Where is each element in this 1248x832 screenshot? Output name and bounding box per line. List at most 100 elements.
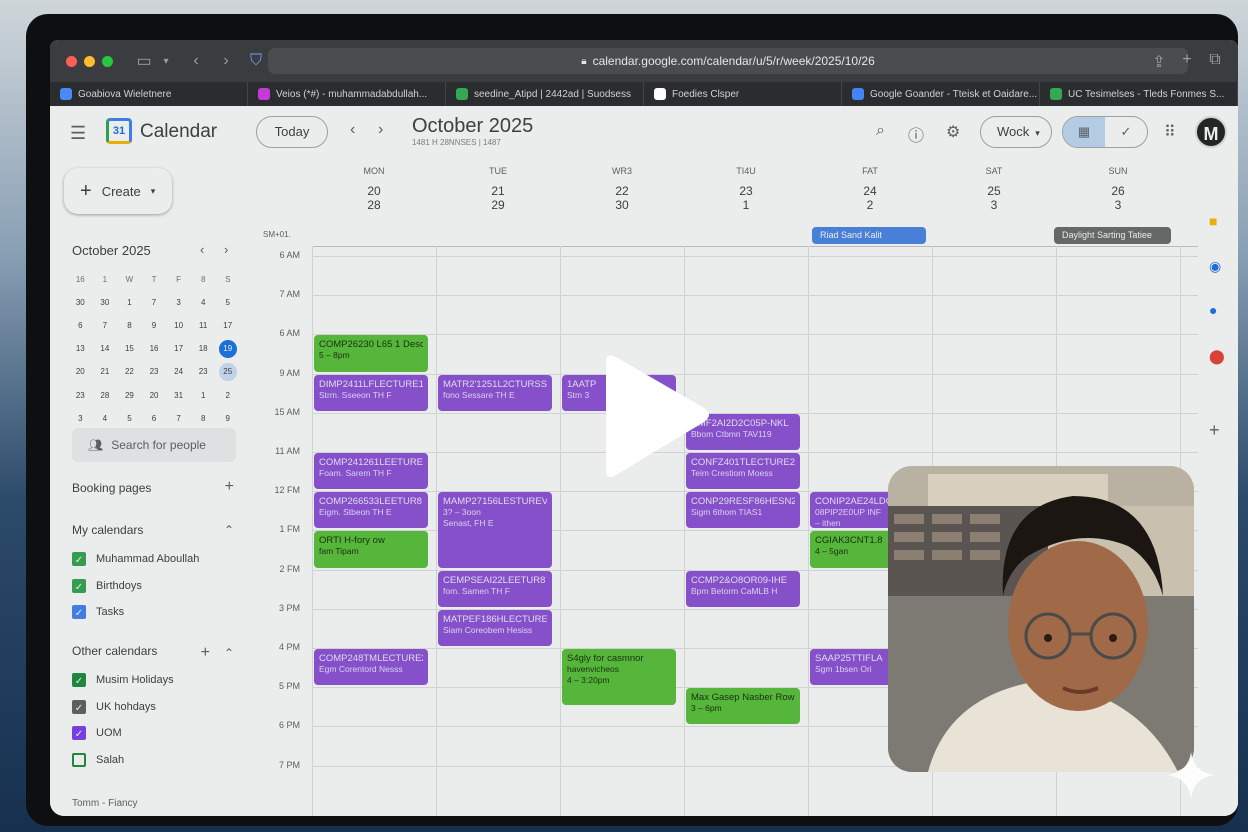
- help-icon[interactable]: ⓘ: [908, 122, 924, 146]
- add-addon-icon[interactable]: +: [1209, 420, 1220, 441]
- apps-grid-icon[interactable]: ⠿: [1164, 122, 1176, 142]
- settings-gear-icon[interactable]: ⚙: [946, 122, 960, 142]
- mini-day[interactable]: 7: [93, 321, 118, 330]
- mini-day[interactable]: 14: [93, 344, 118, 353]
- calendar-event[interactable]: CEMPSEAI22LEETUR8 fom. Samen TH F: [438, 570, 552, 607]
- play-icon[interactable]: [596, 350, 716, 484]
- mini-day[interactable]: 23: [68, 391, 93, 400]
- mini-day[interactable]: 8: [191, 414, 216, 423]
- browser-tab[interactable]: seedine_Atipd | 2442ad | Suodsess: [446, 82, 644, 106]
- calendar-event[interactable]: S4gly for casmnor havenvicheos 4 – 3:20pm: [562, 649, 676, 705]
- mini-day[interactable]: 6: [142, 414, 167, 423]
- calendar-event[interactable]: ORTI H-fory ow fam Tipam: [314, 531, 428, 568]
- calendar-list-item[interactable]: ✓ Birthdoys: [72, 578, 142, 593]
- contacts-icon[interactable]: ●: [1209, 302, 1217, 318]
- minimize-window-button[interactable]: [84, 55, 95, 67]
- address-bar[interactable]: 🔒︎ calendar.google.com/calendar/u/5/r/we…: [268, 48, 1188, 74]
- calendar-event[interactable]: MATR2'1251L2CTURSS fono Sessare TH E: [438, 374, 552, 411]
- mini-day[interactable]: 23: [142, 367, 167, 376]
- checkbox-icon[interactable]: ✓: [72, 605, 86, 619]
- main-menu-icon[interactable]: ☰: [70, 123, 86, 144]
- share-icon[interactable]: ⇪: [1150, 52, 1168, 72]
- mini-day[interactable]: 6: [68, 321, 93, 330]
- create-button[interactable]: + Create ▾: [64, 168, 172, 214]
- checkbox-icon[interactable]: ✓: [72, 699, 86, 714]
- mini-day[interactable]: 17: [166, 344, 191, 353]
- previous-week-icon[interactable]: ‹: [350, 121, 355, 139]
- day-header[interactable]: SAT 25 3: [932, 166, 1056, 212]
- keep-icon[interactable]: ■: [1209, 213, 1217, 229]
- mini-day[interactable]: 20: [68, 367, 93, 376]
- calendar-event[interactable]: MAMP27156LESTUREV 3? – 3oon Senast, FH E: [438, 492, 552, 568]
- close-window-button[interactable]: [66, 55, 77, 67]
- my-calendars-header[interactable]: My calendars ⌃: [72, 523, 234, 537]
- mini-day[interactable]: 2: [215, 391, 240, 400]
- mini-day[interactable]: 1: [117, 298, 142, 307]
- day-header[interactable]: MON 20 28: [312, 166, 436, 212]
- account-avatar[interactable]: M: [1195, 116, 1227, 148]
- mini-prev-month-icon[interactable]: ‹: [200, 242, 204, 257]
- mini-day[interactable]: 25: [215, 362, 240, 381]
- mini-day[interactable]: 20: [142, 391, 167, 400]
- shield-icon[interactable]: ⛉: [247, 52, 265, 70]
- calendar-event[interactable]: COMP241261LEETURE3 Foam. Sarem TH F: [314, 453, 428, 490]
- mini-day[interactable]: 1: [191, 391, 216, 400]
- mini-day[interactable]: 16: [142, 344, 167, 353]
- mini-day[interactable]: 15: [117, 344, 142, 353]
- checkbox-icon[interactable]: ✓: [72, 578, 86, 593]
- mini-day[interactable]: 17: [215, 321, 240, 330]
- checkbox-icon[interactable]: ✓: [72, 726, 86, 740]
- mini-day[interactable]: 3: [68, 414, 93, 423]
- mini-day[interactable]: 30: [68, 298, 93, 307]
- mini-day[interactable]: 4: [93, 414, 118, 423]
- checkbox-icon[interactable]: [72, 752, 86, 767]
- chevron-up-icon[interactable]: ⌃: [224, 646, 234, 660]
- mini-day[interactable]: 9: [142, 321, 167, 330]
- calendar-event[interactable]: CCMP2&O8OR09-IHE Bpm Betorm CaMLB H: [686, 570, 800, 607]
- all-day-event[interactable]: Daylight Sarting Tatiee: [1054, 227, 1171, 244]
- new-tab-icon[interactable]: +: [1178, 51, 1196, 69]
- tasks-icon[interactable]: ◉: [1209, 258, 1221, 275]
- mini-day[interactable]: 10: [166, 321, 191, 330]
- calendar-event[interactable]: DIMP2411LFLECTURE1 Strm. Sseeon TH F: [314, 374, 428, 411]
- other-calendars-header[interactable]: Other calendars + ⌃: [72, 644, 234, 662]
- mini-day[interactable]: 7: [142, 298, 167, 307]
- calendar-event[interactable]: COMP248TMLECTURE2 Egm Corentord Nesss: [314, 649, 428, 686]
- calendar-view-icon[interactable]: ▦: [1063, 117, 1105, 147]
- sidebar-toggle-icon[interactable]: ▭: [135, 51, 153, 71]
- calendar-list-item[interactable]: ✓ UOM: [72, 726, 122, 740]
- mini-day[interactable]: 8: [117, 321, 142, 330]
- day-header[interactable]: WR3 22 30: [560, 166, 684, 212]
- day-header[interactable]: TI4U 23 1: [684, 166, 808, 212]
- calendar-event[interactable]: COMP266533LEETUR8 Eigm. Stbeon TH E: [314, 492, 428, 529]
- zoom-window-button[interactable]: [102, 55, 113, 67]
- calendar-event[interactable]: CONP29RESF86HESN2 Sigm 6thom TIAS1: [686, 492, 800, 529]
- maps-icon[interactable]: ⬤: [1209, 348, 1225, 365]
- mini-day[interactable]: 11: [191, 321, 216, 330]
- calendar-event[interactable]: MATPEF186HLECTURE2 Siam Coreobem Hesiss: [438, 609, 552, 646]
- search-icon[interactable]: ⌕: [876, 122, 885, 140]
- calendar-event[interactable]: COMP26230 L65 1 Desc 5 – 8pm: [314, 335, 428, 372]
- back-arrow-icon[interactable]: ‹: [187, 52, 205, 70]
- calendar-list-item[interactable]: Salah: [72, 752, 124, 767]
- tab-overview-icon[interactable]: ⧉: [1206, 51, 1224, 69]
- search-people-input[interactable]: 👥︎ Search for people: [72, 428, 236, 462]
- browser-tab[interactable]: Veios (*#) - muhammadabdullah...: [248, 82, 446, 106]
- all-day-event[interactable]: Riad Sand Kalit: [812, 227, 926, 244]
- mini-day[interactable]: 3: [166, 298, 191, 307]
- mini-day[interactable]: 5: [117, 414, 142, 423]
- mini-day[interactable]: 22: [117, 367, 142, 376]
- booking-pages-header[interactable]: Booking pages +: [72, 479, 234, 496]
- mini-day[interactable]: 5: [215, 298, 240, 307]
- mini-day[interactable]: 30: [93, 298, 118, 307]
- mini-day[interactable]: 7: [166, 414, 191, 423]
- checkbox-icon[interactable]: ✓: [72, 552, 86, 566]
- browser-tab[interactable]: UC Tesimelses - Tleds Fonmes S...: [1040, 82, 1238, 106]
- calendar-list-item[interactable]: ✓ UK hohdays: [72, 699, 156, 714]
- tasks-view-icon[interactable]: ✓: [1105, 117, 1147, 147]
- calendar-list-item[interactable]: ✓ Muhammad Aboullah: [72, 552, 199, 566]
- add-calendar-icon[interactable]: +: [201, 644, 210, 661]
- chevron-down-icon[interactable]: ▾: [157, 56, 175, 67]
- next-week-icon[interactable]: ›: [378, 121, 383, 139]
- mini-day[interactable]: 31: [166, 391, 191, 400]
